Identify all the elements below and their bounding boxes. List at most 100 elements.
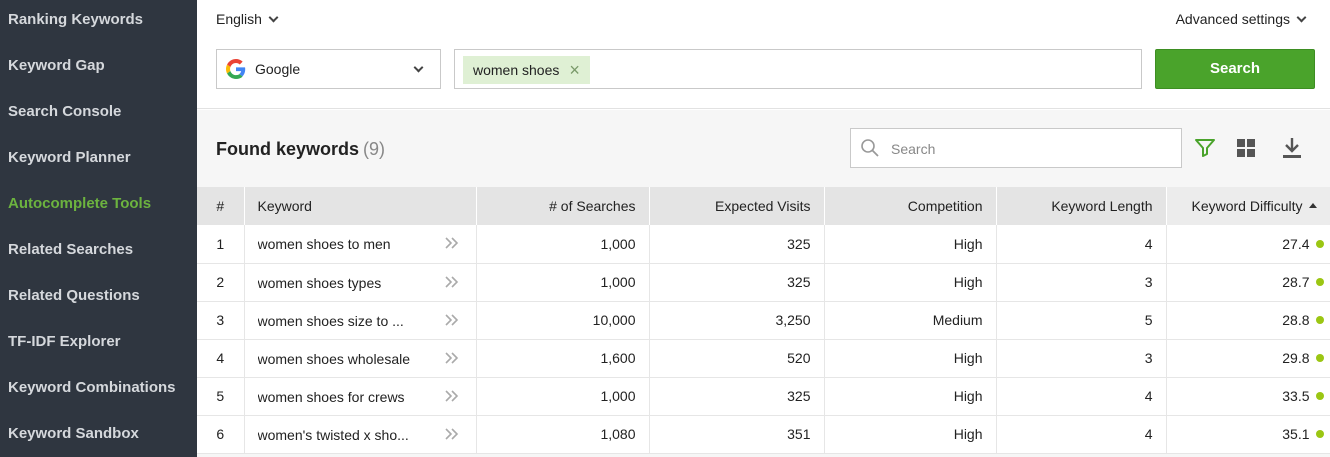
difficulty-value: 33.5 [1282,388,1310,404]
difficulty-value: 27.4 [1282,235,1310,252]
sidebar: Ranking Keywords Keyword Gap Search Consol… [0,0,197,457]
searches-cell: 10,000 [476,301,650,340]
sidebar-item-tf-idf-explorer[interactable]: TF-IDF Explorer [8,330,121,354]
keyword-text[interactable]: women shoes size to ... [258,313,404,329]
table-row[interactable]: 2 women shoes types 1,000 325 High 3 28.7 [197,263,1330,302]
difficulty-value: 29.8 [1282,350,1310,366]
difficulty-indicator-icon [1315,430,1324,439]
double-chevron-right-icon[interactable] [444,313,460,327]
col-header-difficulty[interactable]: Keyword Difficulty [1166,187,1330,225]
col-header-searches[interactable]: # of Searches [476,187,650,225]
difficulty-cell: 28.8 [1166,301,1330,340]
search-engine-select[interactable]: Google [216,49,441,89]
competition-cell: High [824,339,997,378]
double-chevron-right-icon[interactable] [444,236,460,250]
row-number: 5 [197,377,245,416]
table-header-row: # Keyword # of Searches Expected Visits … [197,187,1330,225]
competition-cell: High [824,263,997,302]
keywords-table: # Keyword # of Searches Expected Visits … [197,187,1330,454]
keyword-text[interactable]: women shoes wholesale [258,351,411,367]
competition-cell: High [824,225,997,264]
col-header-competition[interactable]: Competition [824,187,997,225]
sidebar-item-search-console[interactable]: Search Console [8,100,121,124]
searches-cell: 1,000 [476,263,650,302]
visits-cell: 325 [649,377,825,416]
sort-ascending-icon [1308,202,1317,208]
results-panel: Found keywords (9) Search # Keyword # of … [197,110,1330,457]
visits-cell: 325 [649,225,825,264]
download-icon[interactable] [1280,136,1304,160]
difficulty-value: 35.1 [1282,426,1310,442]
sidebar-item-keyword-gap[interactable]: Keyword Gap [8,54,105,78]
results-title: Found keywords (9) [216,139,385,160]
advanced-settings-dropdown[interactable]: Advanced settings [1175,11,1307,27]
sidebar-item-keyword-combinations[interactable]: Keyword Combinations [8,376,176,400]
search-button[interactable]: Search [1155,49,1315,89]
keyword-text[interactable]: women shoes for crews [258,389,405,405]
row-number: 1 [197,225,245,264]
keyword-text[interactable]: women shoes to men [258,236,391,252]
difficulty-value: 28.7 [1282,274,1310,290]
keyword-text[interactable]: women shoes types [258,275,382,291]
searches-cell: 1,080 [476,415,650,454]
col-header-length[interactable]: Keyword Length [996,187,1167,225]
sidebar-item-related-searches[interactable]: Related Searches [8,238,133,262]
table-row[interactable]: 6 women's twisted x sho... 1,080 351 High 4 35… [197,415,1330,454]
col-header-num[interactable]: # [197,187,245,225]
difficulty-cell: 29.8 [1166,339,1330,378]
sidebar-item-keyword-sandbox[interactable]: Keyword Sandbox [8,422,139,446]
results-title-label: Found keywords [216,139,360,159]
sidebar-item-keyword-planner[interactable]: Keyword Planner [8,146,131,170]
keyword-cell: women shoes size to ... [244,301,477,340]
competition-cell: High [824,377,997,416]
col-header-visits[interactable]: Expected Visits [649,187,825,225]
table-row[interactable]: 1 women shoes to men 1,000 325 High 4 27.4 [197,225,1330,264]
double-chevron-right-icon[interactable] [444,275,460,289]
difficulty-cell: 27.4 [1166,225,1330,264]
difficulty-indicator-icon [1315,316,1324,325]
difficulty-indicator-icon [1315,354,1324,363]
keyword-cell: women's twisted x sho... [244,415,477,454]
competition-cell: Medium [824,301,997,340]
difficulty-value: 28.8 [1282,312,1310,328]
results-search-input[interactable]: Search [850,128,1182,168]
sidebar-item-ranking-keywords[interactable]: Ranking Keywords [8,8,143,32]
query-tag-label: women shoes [473,62,560,78]
grid-view-icon[interactable] [1234,136,1258,160]
searches-cell: 1,000 [476,225,650,264]
visits-cell: 325 [649,263,825,302]
search-bar-area: English Advanced settings Google women s… [197,0,1330,109]
results-count: (9) [363,139,386,159]
keyword-query-input[interactable]: women shoes × [454,49,1142,89]
searches-cell: 1,000 [476,377,650,416]
length-cell: 3 [996,339,1167,378]
sidebar-item-related-questions[interactable]: Related Questions [8,284,140,308]
difficulty-cell: 28.7 [1166,263,1330,302]
row-number: 3 [197,301,245,340]
chevron-down-icon [268,12,279,23]
difficulty-indicator-icon [1315,392,1324,401]
keyword-cell: women shoes for crews [244,377,477,416]
double-chevron-right-icon[interactable] [444,427,460,441]
search-icon [861,139,879,157]
col-header-keyword[interactable]: Keyword [244,187,477,225]
google-icon [226,59,246,79]
double-chevron-right-icon[interactable] [444,389,460,403]
double-chevron-right-icon[interactable] [444,351,460,365]
search-placeholder: Search [891,141,936,157]
keyword-text[interactable]: women's twisted x sho... [258,427,409,443]
advanced-settings-label: Advanced settings [1175,11,1290,27]
row-number: 4 [197,339,245,378]
query-tag: women shoes × [463,56,590,84]
remove-tag-icon[interactable]: × [569,56,580,84]
length-cell: 5 [996,301,1167,340]
table-row[interactable]: 3 women shoes size to ... 10,000 3,250 Mediu… [197,301,1330,340]
language-dropdown[interactable]: English [216,11,279,27]
table-row[interactable]: 4 women shoes wholesale 1,600 520 High 3 29.8 [197,339,1330,378]
length-cell: 4 [996,377,1167,416]
sidebar-item-autocomplete-tools[interactable]: Autocomplete Tools [8,192,151,216]
filter-icon[interactable] [1193,136,1217,160]
table-row[interactable]: 5 women shoes for crews 1,000 325 High 4 33.5 [197,377,1330,416]
search-engine-label: Google [255,61,301,77]
col-header-difficulty-label: Keyword Difficulty [1191,198,1303,214]
